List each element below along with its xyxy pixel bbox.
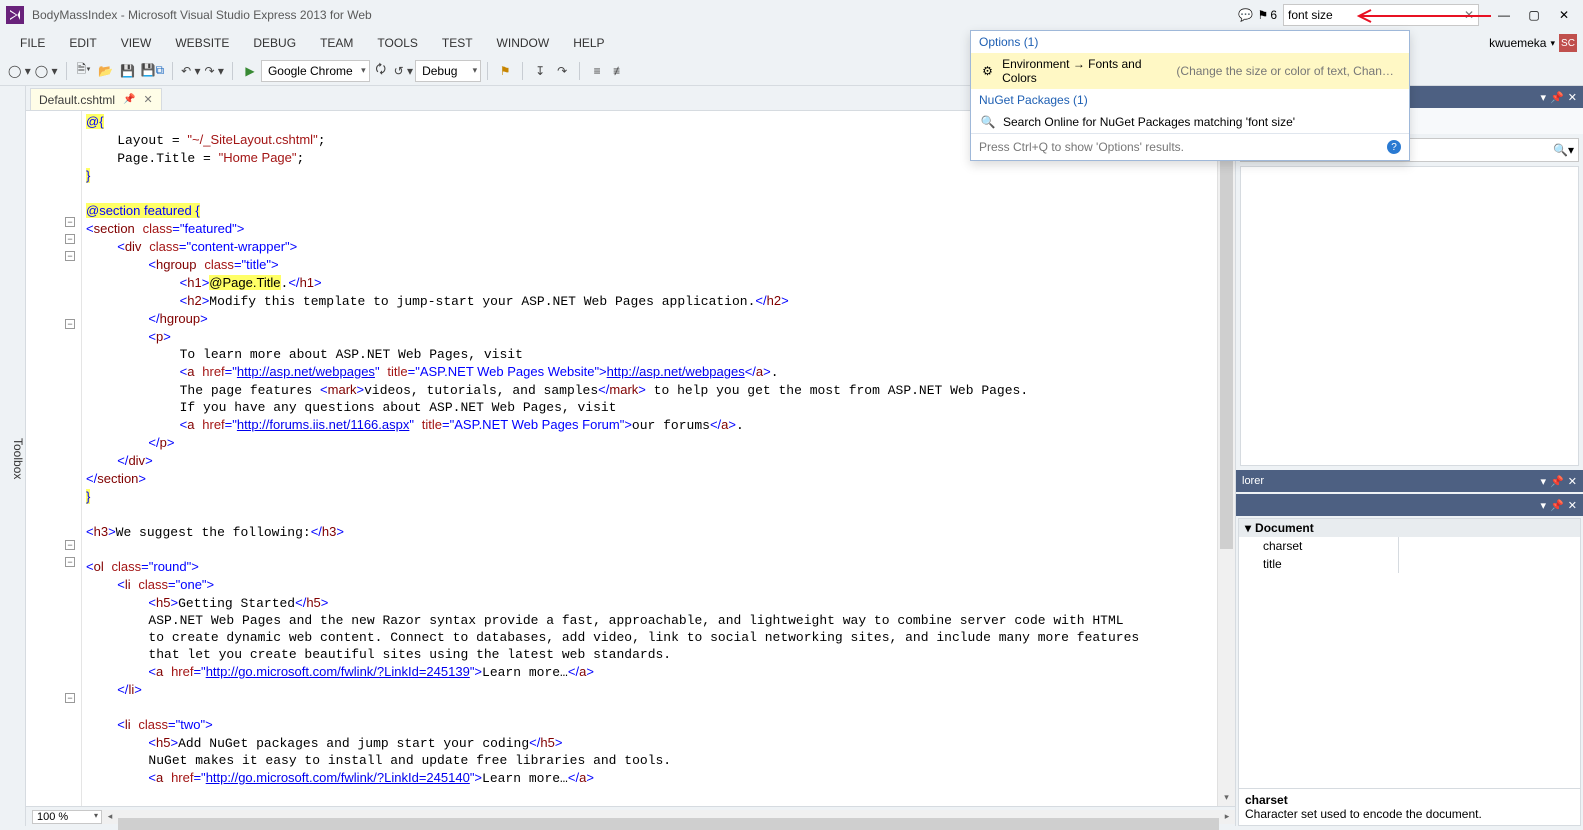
vertical-scrollbar[interactable]: ▴ ▾ [1217,111,1235,806]
toolbox-panel-collapsed[interactable]: Toolbox [0,86,26,826]
save-button[interactable]: 💾 [117,60,139,82]
close-button[interactable]: ✕ [1551,5,1577,25]
window-title: BodyMassIndex - Microsoft Visual Studio … [32,8,372,22]
titlebar: BodyMassIndex - Microsoft Visual Studio … [0,0,1583,30]
outline-collapse-icon[interactable]: − [65,234,75,244]
help-icon[interactable]: ? [1387,140,1401,154]
menu-help[interactable]: HELP [561,32,616,54]
menu-website[interactable]: WEBSITE [163,32,241,54]
menu-debug[interactable]: DEBUG [241,32,308,54]
outline-collapse-icon[interactable]: − [65,319,75,329]
start-debug-button[interactable]: ▶ [239,60,261,82]
outline-collapse-icon[interactable]: − [65,540,75,550]
code-editor-content[interactable]: @{ Layout = "~/_SiteLayout.cshtml"; Page… [82,111,1217,806]
menu-file[interactable]: FILE [8,32,57,54]
panel-title-explorer[interactable]: lorer▾📌✕ [1236,470,1583,492]
chevron-down-icon: ▾ [1550,38,1555,49]
document-tab-default[interactable]: Default.cshtml 📌 ✕ [30,88,162,110]
menu-edit[interactable]: EDIT [57,32,108,54]
flag-icon: ⚑ [1258,8,1269,22]
outline-collapse-icon[interactable]: − [65,217,75,227]
editor-statusbar: 100 % ◂ ▸ [26,806,1235,826]
comment-button[interactable]: ≡ [586,60,608,82]
scroll-left-icon[interactable]: ◂ [102,811,118,822]
right-panels: ▾📌✕ 🔍▾ lorer▾📌✕ ▾📌✕ ▾Document charset ti… [1235,86,1583,826]
menu-window[interactable]: WINDOW [485,32,562,54]
menu-test[interactable]: TEST [430,32,485,54]
nav-back-button[interactable]: ◯ ▾ [6,60,33,82]
open-button[interactable]: 📂 [95,60,117,82]
search-icon: 🔍 [981,115,995,129]
menu-view[interactable]: VIEW [109,32,164,54]
ql-item-fonts-colors[interactable]: ⚙ Environment → Fonts and Colors (Change… [971,53,1409,89]
user-menu[interactable]: kwuemeka ▾ SC [1489,34,1577,52]
minimize-button[interactable]: — [1491,5,1517,25]
browser-link-button[interactable]: ↺ ▾ [392,60,415,82]
outline-collapse-icon[interactable]: − [65,693,75,703]
scrollbar-thumb[interactable] [1220,129,1233,549]
property-category-document[interactable]: ▾Document [1239,519,1580,537]
document-tab-label: Default.cshtml [39,93,115,107]
user-avatar: SC [1559,34,1577,52]
step-into-button[interactable]: ↧ [529,60,551,82]
ql-category-nuget[interactable]: NuGet Packages (1) [971,89,1409,111]
property-row-charset[interactable]: charset [1239,537,1580,555]
config-combo[interactable]: Debug [415,60,481,82]
uncomment-button[interactable]: ≢ [608,60,630,82]
maximize-button[interactable]: ▢ [1521,5,1547,25]
ql-item-nuget-search[interactable]: 🔍 Search Online for NuGet Packages match… [971,111,1409,133]
user-name: kwuemeka [1489,36,1546,50]
property-help: charset Character set used to encode the… [1239,788,1580,825]
step-over-button[interactable]: ↷ [551,60,573,82]
scroll-down-icon[interactable]: ▾ [1218,788,1235,806]
feedback-icon[interactable]: 💬 [1234,3,1258,27]
quick-launch-input[interactable] [1288,8,1474,22]
notifications-button[interactable]: ⚑ 6 [1258,8,1277,22]
save-all-button[interactable]: 💾⧉ [139,60,167,82]
panel-menu-icon[interactable]: ▾ [1541,91,1547,104]
close-tab-icon[interactable]: ✕ [143,93,152,106]
outline-collapse-icon[interactable]: − [65,251,75,261]
nav-fwd-button[interactable]: ◯ ▾ [33,60,60,82]
pin-icon[interactable]: 📌 [123,94,135,105]
undo-button[interactable]: ↶ ▾ [179,60,202,82]
property-row-title[interactable]: title [1239,555,1580,573]
outline-collapse-icon[interactable]: − [65,557,75,567]
publish-button[interactable]: ⚑ [494,60,516,82]
ql-category-options[interactable]: Options (1) [971,31,1409,53]
menu-team[interactable]: TEAM [308,32,365,54]
hscrollbar-thumb[interactable] [118,818,1219,830]
panel-title-properties[interactable]: ▾📌✕ [1236,494,1583,516]
notification-count: 6 [1270,8,1277,22]
editor: Default.cshtml 📌 ✕ − − − − − − − @{ Layout = "… [26,86,1235,826]
quick-launch-clear-icon[interactable]: ✕ [1464,8,1474,22]
quick-launch-dropdown: Options (1) ⚙ Environment → Fonts and Co… [970,30,1410,161]
pin-icon[interactable]: 📌 [1550,91,1564,104]
close-icon[interactable]: ✕ [1568,91,1577,104]
browser-combo[interactable]: Google Chrome [261,60,370,82]
editor-gutter[interactable]: − − − − − − − [26,111,82,806]
scroll-right-icon[interactable]: ▸ [1219,811,1235,822]
ql-hint-bar: Press Ctrl+Q to show 'Options' results. … [971,133,1409,160]
horizontal-scrollbar[interactable]: ◂ ▸ [102,810,1235,824]
menu-tools[interactable]: TOOLS [365,32,429,54]
vs-logo-icon [6,6,24,24]
collapse-icon[interactable]: ▾ [1245,521,1251,535]
zoom-combo[interactable]: 100 % [32,810,102,824]
redo-button[interactable]: ↷ ▾ [203,60,226,82]
browser-link-refresh-button[interactable]: 🗘 [370,60,392,82]
new-project-button[interactable]: 🗎▾ [73,60,95,82]
quick-launch-box[interactable]: ✕ [1283,4,1479,26]
gear-icon: ⚙ [981,64,994,78]
search-icon: 🔍▾ [1553,143,1574,157]
